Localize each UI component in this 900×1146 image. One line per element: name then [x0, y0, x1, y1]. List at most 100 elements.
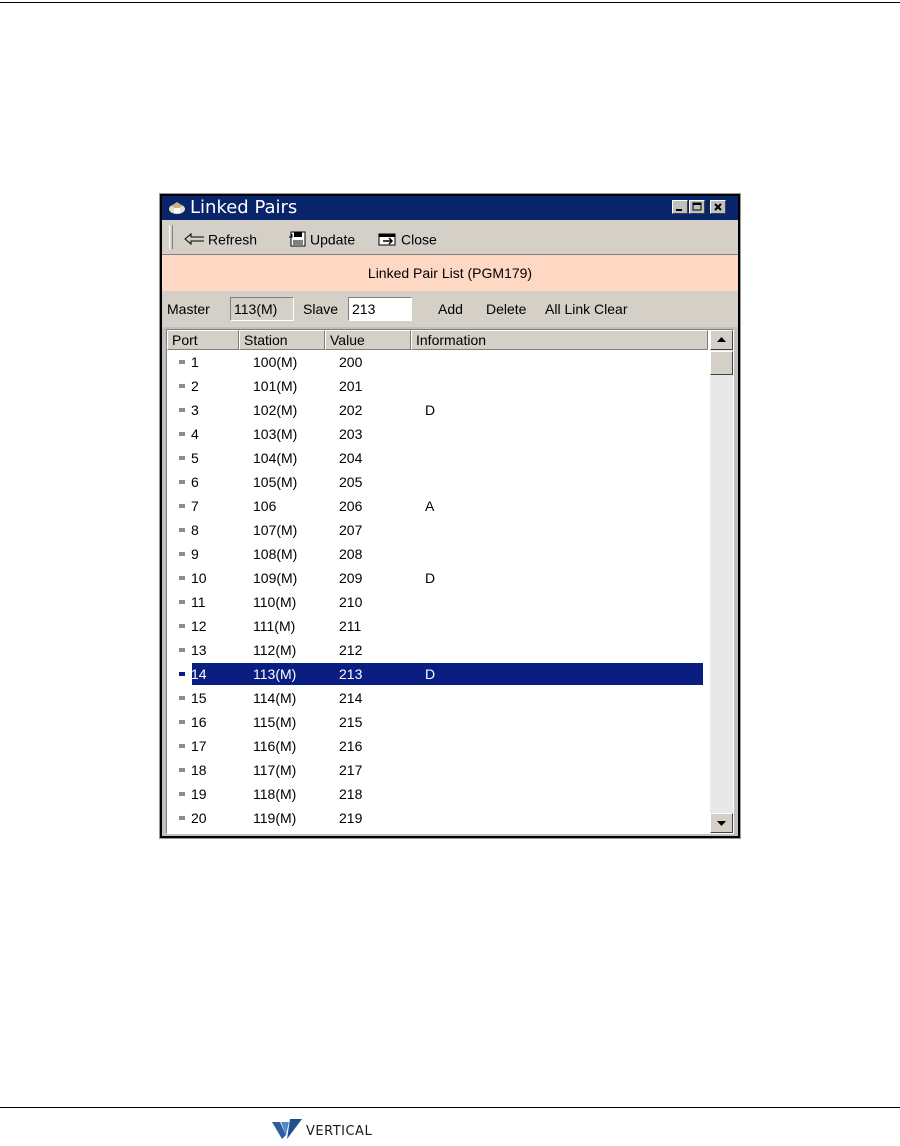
table-row[interactable]: 9 108(M) 208 — [167, 542, 709, 566]
scroll-down-button[interactable] — [710, 813, 733, 833]
row-bullet-icon — [179, 432, 185, 436]
table-row[interactable]: 7 106 206 A — [167, 494, 709, 518]
value-cell: 202 — [339, 402, 363, 418]
window-title: Linked Pairs — [190, 197, 298, 218]
table-row[interactable]: 17 116(M) 216 — [167, 734, 709, 758]
port-cell: 15 — [191, 690, 207, 706]
back-arrow-icon — [184, 233, 204, 246]
vertical-scrollbar[interactable] — [710, 330, 733, 833]
station-cell: 106 — [253, 498, 277, 514]
add-button[interactable]: Add — [438, 300, 463, 318]
value-cell: 211 — [339, 618, 362, 634]
station-cell: 119(M) — [253, 810, 297, 826]
table-row[interactable]: 10 109(M) 209 D — [167, 566, 709, 590]
row-bullet-icon — [179, 504, 185, 508]
scroll-thumb[interactable] — [710, 351, 733, 375]
value-cell: 210 — [339, 594, 363, 610]
close-label: Close — [401, 231, 437, 248]
station-cell: 104(M) — [253, 450, 298, 466]
column-header-station[interactable]: Station — [239, 330, 325, 350]
station-cell: 113(M) — [253, 666, 297, 682]
slave-label: Slave — [303, 301, 339, 317]
table-row[interactable]: 2 101(M) 201 — [167, 374, 709, 398]
table-row[interactable]: 5 104(M) 204 — [167, 446, 709, 470]
station-cell: 105(M) — [253, 474, 298, 490]
table-row[interactable]: 4 103(M) 203 — [167, 422, 709, 446]
slave-field[interactable]: 213 — [348, 297, 412, 321]
row-bullet-icon — [179, 456, 185, 460]
close-button[interactable]: Close — [377, 228, 437, 248]
toolbar-grip[interactable] — [169, 225, 173, 249]
close-window-button[interactable] — [710, 200, 726, 214]
port-cell: 20 — [191, 810, 207, 826]
row-bullet-icon — [179, 648, 185, 652]
delete-button[interactable]: Delete — [486, 300, 526, 318]
table-row[interactable]: 18 117(M) 217 — [167, 758, 709, 782]
table-row[interactable]: 16 115(M) 215 — [167, 710, 709, 734]
station-cell: 100(M) — [253, 354, 298, 370]
port-cell: 13 — [191, 642, 207, 658]
port-cell: 1 — [191, 354, 199, 370]
row-bullet-icon — [179, 816, 185, 820]
arrow-up-icon — [717, 337, 726, 342]
port-cell: 8 — [191, 522, 199, 538]
value-cell: 200 — [339, 354, 363, 370]
table-row[interactable]: 13 112(M) 212 — [167, 638, 709, 662]
port-cell: 16 — [191, 714, 207, 730]
table-row[interactable]: 14 113(M) 213 D — [167, 662, 709, 686]
link-controls: Master 113(M) Slave 213 Add Delete All L… — [162, 291, 738, 327]
table-row[interactable]: 11 110(M) 210 — [167, 590, 709, 614]
refresh-button[interactable]: Refresh — [184, 228, 257, 248]
port-cell: 19 — [191, 786, 207, 802]
table-row[interactable]: 15 114(M) 214 — [167, 686, 709, 710]
update-button[interactable]: Update — [288, 228, 355, 248]
row-bullet-icon — [179, 384, 185, 388]
port-cell: 10 — [191, 570, 207, 586]
minimize-button[interactable] — [672, 200, 688, 214]
table-row[interactable]: 19 118(M) 218 — [167, 782, 709, 806]
row-bullet-icon — [179, 624, 185, 628]
column-header-value[interactable]: Value — [325, 330, 411, 350]
row-bullet-icon — [179, 696, 185, 700]
all-link-clear-button[interactable]: All Link Clear — [545, 300, 627, 318]
master-label: Master — [167, 301, 210, 317]
value-cell: 213 — [339, 666, 363, 682]
row-bullet-icon — [179, 408, 185, 412]
value-cell: 201 — [339, 378, 363, 394]
row-bullet-icon — [179, 600, 185, 604]
vertical-logo-text: VERTICAL — [306, 1124, 373, 1139]
value-cell: 219 — [339, 810, 363, 826]
port-cell: 14 — [191, 666, 207, 682]
value-cell: 206 — [339, 498, 363, 514]
row-bullet-icon — [179, 552, 185, 556]
column-header-information[interactable]: Information — [411, 330, 708, 350]
table-row[interactable]: 6 105(M) 205 — [167, 470, 709, 494]
port-cell: 7 — [191, 498, 199, 514]
station-cell: 109(M) — [253, 570, 298, 586]
table-row[interactable]: 3 102(M) 202 D — [167, 398, 709, 422]
station-cell: 107(M) — [253, 522, 298, 538]
row-bullet-icon — [179, 744, 185, 748]
value-cell: 204 — [339, 450, 363, 466]
table-row[interactable]: 1 100(M) 200 — [167, 350, 709, 374]
station-cell: 116(M) — [253, 738, 297, 754]
station-cell: 108(M) — [253, 546, 298, 562]
master-field[interactable]: 113(M) — [230, 297, 294, 321]
row-bullet-icon — [179, 528, 185, 532]
close-icon — [714, 203, 722, 211]
table-row[interactable]: 20 119(M) 219 — [167, 806, 709, 830]
table-row[interactable]: 12 111(M) 211 — [167, 614, 709, 638]
value-cell: 203 — [339, 426, 363, 442]
value-cell: 217 — [339, 762, 363, 778]
station-cell: 118(M) — [253, 786, 297, 802]
scroll-up-button[interactable] — [710, 330, 733, 350]
update-label: Update — [310, 231, 356, 248]
row-bullet-icon — [179, 576, 185, 580]
column-header-port[interactable]: Port — [167, 330, 239, 350]
title-bar[interactable]: Linked Pairs — [162, 196, 738, 220]
row-bullet-icon — [179, 360, 185, 364]
maximize-button[interactable] — [689, 200, 705, 214]
station-cell: 112(M) — [253, 642, 297, 658]
table-row[interactable]: 8 107(M) 207 — [167, 518, 709, 542]
information-cell: D — [425, 570, 436, 586]
